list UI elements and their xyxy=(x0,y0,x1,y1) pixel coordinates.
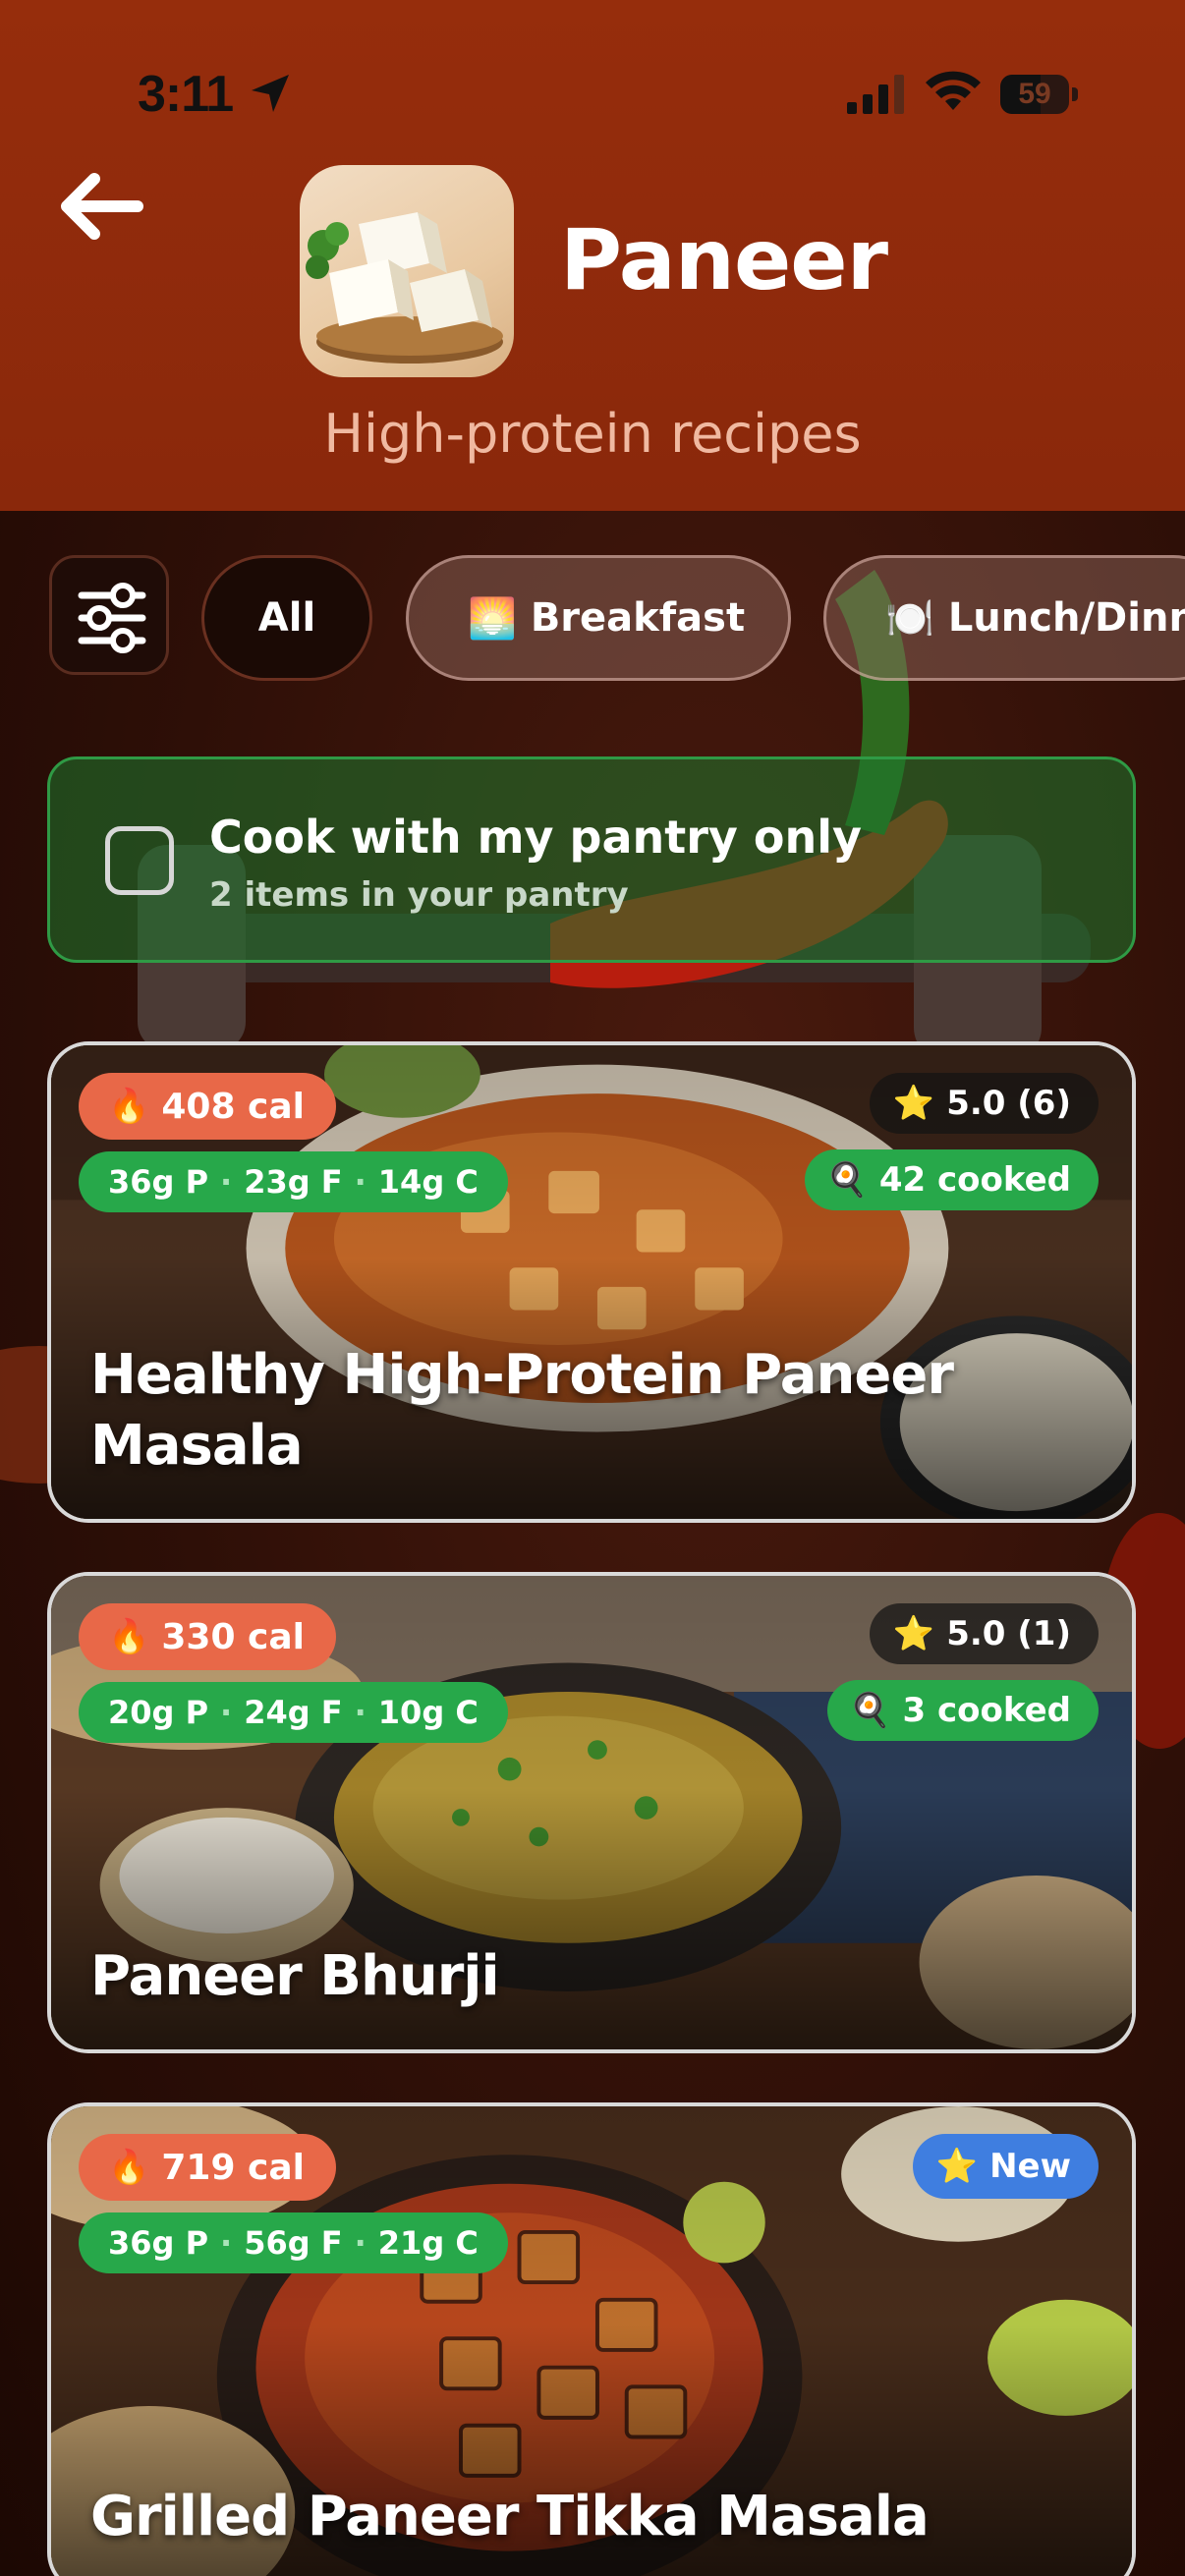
status-time: 3:11 xyxy=(138,66,234,123)
status-bar: 3:11 59 xyxy=(0,0,1185,187)
filter-chip-all[interactable]: All xyxy=(201,555,372,681)
fire-icon: 🔥 xyxy=(108,2148,150,2187)
filter-settings-button[interactable] xyxy=(49,555,169,675)
pantry-only-toggle[interactable]: Cook with my pantry only 2 items in your… xyxy=(47,756,1136,963)
recipe-title: Paneer Bhurji xyxy=(90,1944,500,2008)
recipe-title: Healthy High-Protein Paneer Masala xyxy=(90,1343,954,1478)
star-icon: ⭐ xyxy=(892,1084,935,1123)
location-arrow-icon xyxy=(252,75,289,112)
recipe-card[interactable]: 🔥 719 cal 36g P · 56g F · 21g C ⭐ New Gril… xyxy=(47,2102,1136,2576)
paneer-image xyxy=(300,165,514,377)
page-title: Paneer xyxy=(560,211,888,309)
chip-label: All xyxy=(257,595,316,641)
battery-indicator: 59 xyxy=(1000,75,1079,114)
calorie-badge: 🔥 408 cal xyxy=(79,1073,336,1140)
filter-chip-lunch-dinner[interactable]: 🍽️ Lunch/Dinn xyxy=(823,555,1185,681)
rating-badge: ⭐ 5.0 (1) xyxy=(869,1603,1099,1664)
star-icon: ⭐ xyxy=(892,1614,935,1653)
pantry-checkbox[interactable] xyxy=(105,826,174,895)
cellular-signal-icon xyxy=(847,75,904,114)
chip-label: Breakfast xyxy=(530,595,746,641)
plate-icon: 🍽️ xyxy=(885,595,934,642)
star-icon: ⭐ xyxy=(935,2147,979,2186)
recipe-card[interactable]: 🔥 408 cal 36g P · 23g F · 14g C ⭐ 5.0 (6) … xyxy=(47,1041,1136,1523)
rating-badge: ⭐ 5.0 (6) xyxy=(869,1073,1099,1134)
header: 3:11 59 Paneer High-protein recipes xyxy=(0,0,1185,511)
recipe-card[interactable]: 🔥 330 cal 20g P · 24g F · 10g C ⭐ 5.0 (1) … xyxy=(47,1572,1136,2053)
pantry-subtitle: 2 items in your pantry xyxy=(209,875,629,915)
back-arrow-icon[interactable] xyxy=(59,167,147,246)
macros-badge: 20g P · 24g F · 10g C xyxy=(79,1682,508,1743)
cooked-count-badge: 🍳 3 cooked xyxy=(827,1680,1099,1741)
frying-pan-icon: 🍳 xyxy=(825,1160,868,1200)
cooked-count-badge: 🍳 42 cooked xyxy=(804,1149,1099,1210)
sliders-icon xyxy=(78,583,146,653)
page-subtitle: High-protein recipes xyxy=(323,403,862,465)
battery-percentage: 59 xyxy=(1018,78,1051,110)
wifi-icon xyxy=(926,71,981,110)
recipe-title: Grilled Paneer Tikka Masala xyxy=(90,2485,930,2548)
macros-badge: 36g P · 23g F · 14g C xyxy=(79,1151,508,1212)
pantry-title: Cook with my pantry only xyxy=(209,811,863,864)
new-badge: ⭐ New xyxy=(912,2134,1099,2199)
fire-icon: 🔥 xyxy=(108,1087,150,1126)
calorie-badge: 🔥 330 cal xyxy=(79,1603,336,1670)
chip-label: Lunch/Dinn xyxy=(947,595,1185,641)
filter-chip-breakfast[interactable]: 🌅 Breakfast xyxy=(406,555,791,681)
calorie-badge: 🔥 719 cal xyxy=(79,2134,336,2201)
frying-pan-icon: 🍳 xyxy=(849,1691,891,1730)
macros-badge: 36g P · 56g F · 21g C xyxy=(79,2212,508,2273)
fire-icon: 🔥 xyxy=(108,1617,150,1656)
sunrise-icon: 🌅 xyxy=(468,595,517,642)
